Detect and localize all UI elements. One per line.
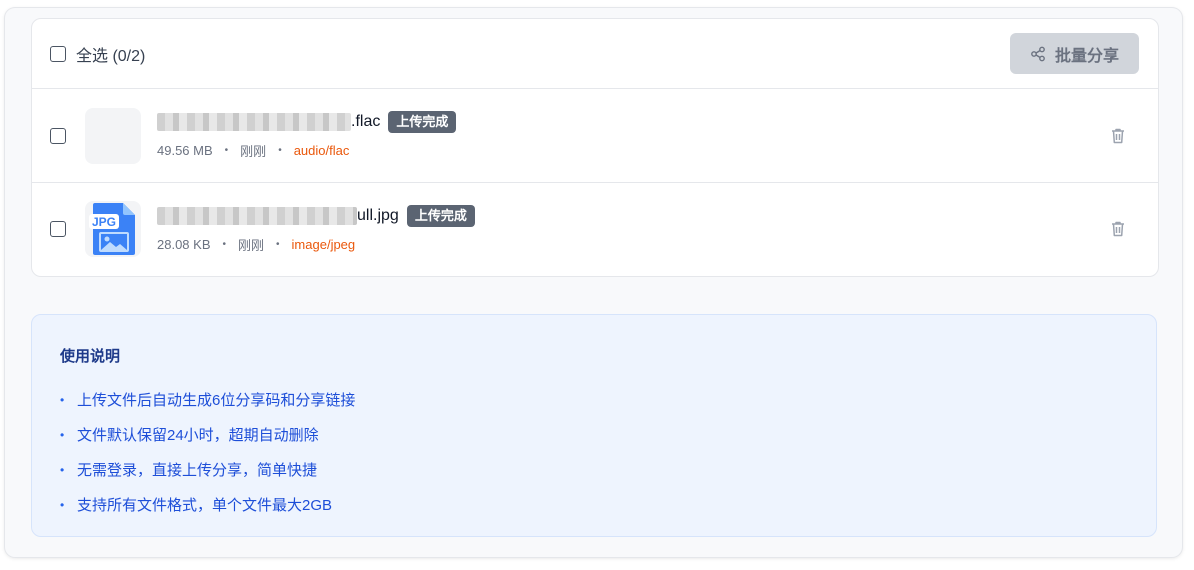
file-checkbox[interactable] xyxy=(50,127,66,144)
file-thumbnail: JPG xyxy=(85,201,141,257)
help-item: • 文件默认保留24小时，超期自动删除 xyxy=(60,417,1128,452)
file-info: .flac 上传完成 49.56 MB • 刚刚 • audio/flac xyxy=(157,111,457,160)
separator: • xyxy=(222,238,227,250)
help-item-text: 支持所有文件格式，单个文件最大2GB xyxy=(77,497,333,514)
select-all[interactable]: 全选 (0/2) xyxy=(50,42,145,66)
file-row: JPG ull.jpg 上传完成 28.08 KB • 刚刚 • image/j… xyxy=(32,182,1158,275)
bullet: • xyxy=(60,462,65,477)
status-badge: 上传完成 xyxy=(406,204,475,227)
file-info: ull.jpg 上传完成 28.08 KB • 刚刚 • image/jpeg xyxy=(157,204,475,254)
share-icon xyxy=(1031,46,1045,61)
help-item: • 上传文件后自动生成6位分享码和分享链接 xyxy=(60,382,1128,417)
separator: • xyxy=(224,145,229,156)
help-item-text: 文件默认保留24小时，超期自动删除 xyxy=(77,427,319,444)
jpg-label: JPG xyxy=(92,215,116,229)
select-all-label: 全选 (0/2) xyxy=(76,47,146,65)
file-time: 刚刚 xyxy=(240,144,267,159)
separator: • xyxy=(278,145,282,156)
file-size: 49.56 MB xyxy=(157,143,213,158)
redacted-name xyxy=(157,206,357,225)
select-all-checkbox[interactable] xyxy=(50,45,66,62)
file-mime: audio/flac xyxy=(293,143,350,158)
trash-icon[interactable] xyxy=(1108,219,1128,239)
file-name: ull.jpg xyxy=(157,206,399,225)
batch-share-button[interactable]: 批量分享 xyxy=(1010,33,1139,74)
batch-share-label: 批量分享 xyxy=(1055,47,1120,65)
trash-icon[interactable] xyxy=(1108,126,1128,146)
separator: • xyxy=(276,238,280,250)
upload-panel: 全选 (0/2) 批量分享 .flac 上传完成 49.56 MB • 刚刚 •… xyxy=(5,8,1182,557)
bullet: • xyxy=(60,392,65,407)
bullet: • xyxy=(60,497,65,512)
help-list: • 上传文件后自动生成6位分享码和分享链接 • 文件默认保留24小时，超期自动删… xyxy=(60,382,1128,522)
list-header: 全选 (0/2) 批量分享 xyxy=(32,19,1158,89)
file-mime: image/jpeg xyxy=(291,236,356,252)
file-list: 全选 (0/2) 批量分享 .flac 上传完成 49.56 MB • 刚刚 •… xyxy=(31,18,1159,277)
file-name-suffix: .flac xyxy=(351,113,381,130)
help-item: • 支持所有文件格式，单个文件最大2GB xyxy=(60,487,1128,522)
redacted-name xyxy=(157,113,351,131)
file-size: 28.08 KB xyxy=(157,236,211,252)
file-meta: 49.56 MB • 刚刚 • audio/flac xyxy=(157,141,456,160)
file-name-line: .flac 上传完成 xyxy=(157,111,457,133)
file-time: 刚刚 xyxy=(238,237,265,253)
file-name-suffix: ull.jpg xyxy=(357,206,399,224)
help-title: 使用说明 xyxy=(60,348,121,365)
file-checkbox[interactable] xyxy=(50,221,66,237)
help-item-text: 无需登录，直接上传分享，简单快捷 xyxy=(77,462,318,479)
file-meta: 28.08 KB • 刚刚 • image/jpeg xyxy=(157,235,475,254)
bullet: • xyxy=(60,427,65,442)
file-name: .flac xyxy=(157,113,380,131)
help-item-text: 上传文件后自动生成6位分享码和分享链接 xyxy=(77,392,356,409)
help-item: • 无需登录，直接上传分享，简单快捷 xyxy=(60,452,1128,487)
jpg-file-icon: JPG xyxy=(89,203,135,255)
file-thumbnail xyxy=(85,107,141,164)
file-row: .flac 上传完成 49.56 MB • 刚刚 • audio/flac xyxy=(32,89,1158,182)
status-badge: 上传完成 xyxy=(388,111,457,133)
file-name-line: ull.jpg 上传完成 xyxy=(157,204,475,227)
usage-instructions: 使用说明 • 上传文件后自动生成6位分享码和分享链接 • 文件默认保留24小时，… xyxy=(31,314,1157,537)
